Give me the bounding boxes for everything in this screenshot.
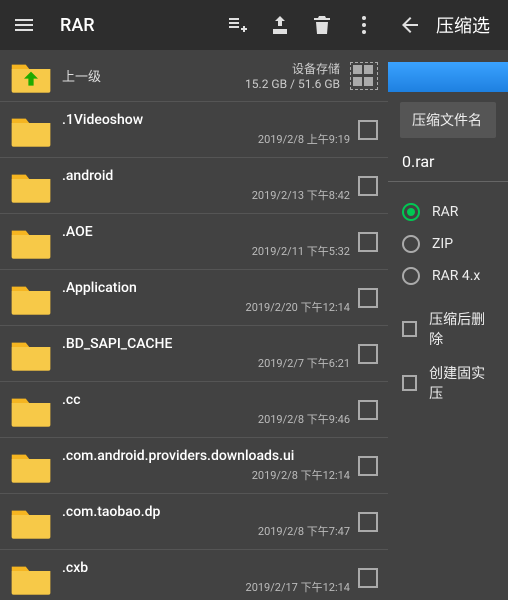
select-checkbox[interactable] [358, 176, 378, 196]
right-toolbar: 压缩选 [388, 0, 508, 50]
extract-icon[interactable] [268, 13, 292, 37]
select-checkbox[interactable] [358, 344, 378, 364]
select-checkbox[interactable] [358, 456, 378, 476]
up-row[interactable]: 上一级 设备存储 15.2 GB / 51.6 GB [0, 50, 388, 102]
file-name: .BD_SAPI_CACHE [62, 336, 350, 352]
radio-icon [402, 235, 420, 253]
file-name: .Application [62, 280, 350, 296]
folder-icon [10, 337, 52, 371]
back-icon[interactable] [398, 13, 422, 37]
folder-icon [10, 113, 52, 147]
more-icon[interactable] [352, 13, 376, 37]
left-toolbar: RAR [0, 0, 388, 50]
option-checkbox[interactable]: 创建固实压 [388, 356, 508, 410]
app-title: RAR [60, 15, 95, 36]
radio-label: RAR [432, 204, 458, 220]
file-row[interactable]: .BD_SAPI_CACHE 2019/2/7 下午6:21 [0, 326, 388, 382]
delete-icon[interactable] [310, 13, 334, 37]
file-row[interactable]: .cc 2019/2/8 下午9:46 [0, 382, 388, 438]
select-checkbox[interactable] [358, 568, 378, 588]
folder-icon [10, 505, 52, 539]
file-name: .cxb [62, 560, 350, 576]
file-name: .com.taobao.dp [62, 504, 350, 520]
radio-icon [402, 267, 420, 285]
file-date: 2019/2/8 下午12:14 [62, 467, 350, 483]
format-radio-rar[interactable]: RAR [388, 196, 508, 228]
archive-name: 0.rar [388, 152, 508, 182]
select-checkbox[interactable] [358, 120, 378, 140]
folder-up-icon [10, 59, 52, 93]
filename-button[interactable]: 压缩文件名 [400, 102, 496, 138]
radio-icon [402, 203, 420, 221]
folder-icon [10, 281, 52, 315]
storage-info: 设备存储 15.2 GB / 51.6 GB [245, 60, 340, 91]
file-date: 2019/2/20 下午12:14 [62, 299, 350, 315]
grid-view-icon[interactable] [350, 62, 378, 90]
checkbox-icon [402, 321, 417, 337]
select-checkbox[interactable] [358, 512, 378, 532]
file-name: .AOE [62, 224, 350, 240]
folder-icon [10, 561, 52, 595]
file-row[interactable]: .com.android.providers.downloads.ui 2019/… [0, 438, 388, 494]
format-radio-rar4x[interactable]: RAR 4.x [388, 260, 508, 292]
select-checkbox[interactable] [358, 400, 378, 420]
checkbox-icon [402, 375, 417, 391]
format-radio-zip[interactable]: ZIP [388, 228, 508, 260]
folder-icon [10, 225, 52, 259]
file-date: 2019/2/8 上午9:19 [62, 131, 350, 147]
file-row[interactable]: .1Videoshow 2019/2/8 上午9:19 [0, 102, 388, 158]
file-list: .1Videoshow 2019/2/8 上午9:19 .android 2019/2… [0, 102, 388, 600]
file-date: 2019/2/11 下午5:32 [62, 243, 350, 259]
file-name: .cc [62, 392, 350, 408]
file-date: 2019/2/7 下午6:21 [62, 355, 350, 371]
checkbox-label: 创建固实压 [429, 363, 494, 403]
right-title: 压缩选 [436, 12, 490, 38]
file-row[interactable]: .cxb 2019/2/17 下午12:14 [0, 550, 388, 600]
radio-label: RAR 4.x [432, 268, 480, 284]
radio-label: ZIP [432, 236, 453, 252]
file-date: 2019/2/17 下午12:14 [62, 579, 350, 595]
file-date: 2019/2/13 下午8:42 [62, 187, 350, 203]
file-name: .1Videoshow [62, 112, 350, 128]
add-list-icon[interactable] [226, 13, 250, 37]
folder-icon [10, 169, 52, 203]
file-row[interactable]: .com.taobao.dp 2019/2/8 下午7:47 [0, 494, 388, 550]
folder-icon [10, 449, 52, 483]
file-name: .android [62, 168, 350, 184]
file-row[interactable]: .android 2019/2/13 下午8:42 [0, 158, 388, 214]
file-date: 2019/2/8 下午9:46 [62, 411, 350, 427]
folder-icon [10, 393, 52, 427]
select-checkbox[interactable] [358, 232, 378, 252]
option-checkbox[interactable]: 压缩后删除 [388, 302, 508, 356]
up-label: 上一级 [62, 66, 101, 85]
file-name: .com.android.providers.downloads.ui [62, 448, 350, 464]
file-row[interactable]: .AOE 2019/2/11 下午5:32 [0, 214, 388, 270]
menu-icon[interactable] [12, 13, 36, 37]
checkbox-label: 压缩后删除 [429, 309, 494, 349]
file-row[interactable]: .Application 2019/2/20 下午12:14 [0, 270, 388, 326]
select-checkbox[interactable] [358, 288, 378, 308]
progress-bar [388, 62, 508, 92]
file-date: 2019/2/8 下午7:47 [62, 523, 350, 539]
